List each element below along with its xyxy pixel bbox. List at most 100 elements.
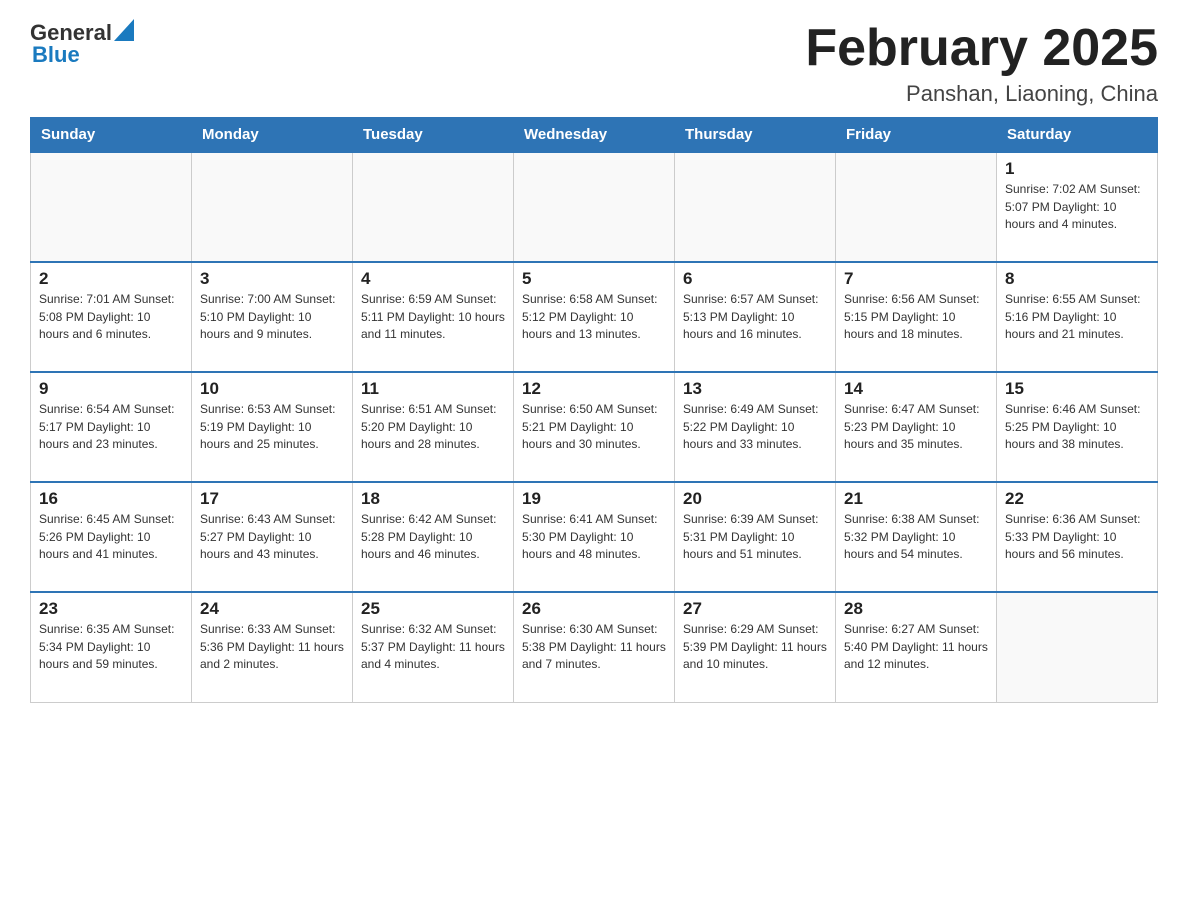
day-info: Sunrise: 6:39 AM Sunset: 5:31 PM Dayligh… bbox=[683, 511, 827, 563]
day-info: Sunrise: 6:49 AM Sunset: 5:22 PM Dayligh… bbox=[683, 401, 827, 453]
calendar-cell: 5Sunrise: 6:58 AM Sunset: 5:12 PM Daylig… bbox=[514, 262, 675, 372]
calendar-cell bbox=[836, 152, 997, 262]
day-number: 28 bbox=[844, 599, 988, 619]
title-block: February 2025 Panshan, Liaoning, China bbox=[805, 20, 1158, 107]
day-number: 13 bbox=[683, 379, 827, 399]
calendar-cell: 1Sunrise: 7:02 AM Sunset: 5:07 PM Daylig… bbox=[997, 152, 1158, 262]
day-info: Sunrise: 6:35 AM Sunset: 5:34 PM Dayligh… bbox=[39, 621, 183, 673]
calendar-cell bbox=[997, 592, 1158, 702]
calendar-cell: 13Sunrise: 6:49 AM Sunset: 5:22 PM Dayli… bbox=[675, 372, 836, 482]
week-row-5: 23Sunrise: 6:35 AM Sunset: 5:34 PM Dayli… bbox=[31, 592, 1158, 702]
week-row-1: 1Sunrise: 7:02 AM Sunset: 5:07 PM Daylig… bbox=[31, 152, 1158, 262]
calendar-cell: 14Sunrise: 6:47 AM Sunset: 5:23 PM Dayli… bbox=[836, 372, 997, 482]
day-info: Sunrise: 6:57 AM Sunset: 5:13 PM Dayligh… bbox=[683, 291, 827, 343]
logo-triangle-icon bbox=[114, 19, 134, 41]
day-number: 3 bbox=[200, 269, 344, 289]
day-number: 14 bbox=[844, 379, 988, 399]
calendar-cell bbox=[514, 152, 675, 262]
day-number: 22 bbox=[1005, 489, 1149, 509]
calendar-cell: 26Sunrise: 6:30 AM Sunset: 5:38 PM Dayli… bbox=[514, 592, 675, 702]
calendar-cell: 21Sunrise: 6:38 AM Sunset: 5:32 PM Dayli… bbox=[836, 482, 997, 592]
calendar-cell: 8Sunrise: 6:55 AM Sunset: 5:16 PM Daylig… bbox=[997, 262, 1158, 372]
day-info: Sunrise: 6:41 AM Sunset: 5:30 PM Dayligh… bbox=[522, 511, 666, 563]
day-number: 24 bbox=[200, 599, 344, 619]
day-number: 10 bbox=[200, 379, 344, 399]
header-friday: Friday bbox=[836, 118, 997, 153]
day-number: 25 bbox=[361, 599, 505, 619]
calendar-cell: 11Sunrise: 6:51 AM Sunset: 5:20 PM Dayli… bbox=[353, 372, 514, 482]
calendar-cell: 19Sunrise: 6:41 AM Sunset: 5:30 PM Dayli… bbox=[514, 482, 675, 592]
location-subtitle: Panshan, Liaoning, China bbox=[805, 81, 1158, 107]
calendar-cell: 24Sunrise: 6:33 AM Sunset: 5:36 PM Dayli… bbox=[192, 592, 353, 702]
calendar-cell: 16Sunrise: 6:45 AM Sunset: 5:26 PM Dayli… bbox=[31, 482, 192, 592]
day-number: 18 bbox=[361, 489, 505, 509]
calendar-cell: 4Sunrise: 6:59 AM Sunset: 5:11 PM Daylig… bbox=[353, 262, 514, 372]
calendar-cell bbox=[675, 152, 836, 262]
header-monday: Monday bbox=[192, 118, 353, 153]
week-row-2: 2Sunrise: 7:01 AM Sunset: 5:08 PM Daylig… bbox=[31, 262, 1158, 372]
day-info: Sunrise: 6:47 AM Sunset: 5:23 PM Dayligh… bbox=[844, 401, 988, 453]
day-info: Sunrise: 6:58 AM Sunset: 5:12 PM Dayligh… bbox=[522, 291, 666, 343]
day-info: Sunrise: 6:53 AM Sunset: 5:19 PM Dayligh… bbox=[200, 401, 344, 453]
calendar-table: Sunday Monday Tuesday Wednesday Thursday… bbox=[30, 117, 1158, 703]
day-info: Sunrise: 6:33 AM Sunset: 5:36 PM Dayligh… bbox=[200, 621, 344, 673]
day-number: 5 bbox=[522, 269, 666, 289]
calendar-cell: 15Sunrise: 6:46 AM Sunset: 5:25 PM Dayli… bbox=[997, 372, 1158, 482]
page-header: General Blue February 2025 Panshan, Liao… bbox=[30, 20, 1158, 107]
day-info: Sunrise: 6:32 AM Sunset: 5:37 PM Dayligh… bbox=[361, 621, 505, 673]
calendar-cell: 10Sunrise: 6:53 AM Sunset: 5:19 PM Dayli… bbox=[192, 372, 353, 482]
day-info: Sunrise: 6:27 AM Sunset: 5:40 PM Dayligh… bbox=[844, 621, 988, 673]
calendar-cell: 3Sunrise: 7:00 AM Sunset: 5:10 PM Daylig… bbox=[192, 262, 353, 372]
header-wednesday: Wednesday bbox=[514, 118, 675, 153]
day-number: 2 bbox=[39, 269, 183, 289]
day-number: 20 bbox=[683, 489, 827, 509]
logo: General Blue bbox=[30, 20, 134, 68]
day-number: 17 bbox=[200, 489, 344, 509]
day-info: Sunrise: 7:01 AM Sunset: 5:08 PM Dayligh… bbox=[39, 291, 183, 343]
calendar-cell: 27Sunrise: 6:29 AM Sunset: 5:39 PM Dayli… bbox=[675, 592, 836, 702]
calendar-cell: 7Sunrise: 6:56 AM Sunset: 5:15 PM Daylig… bbox=[836, 262, 997, 372]
header-tuesday: Tuesday bbox=[353, 118, 514, 153]
calendar-cell: 17Sunrise: 6:43 AM Sunset: 5:27 PM Dayli… bbox=[192, 482, 353, 592]
day-number: 7 bbox=[844, 269, 988, 289]
calendar-cell: 2Sunrise: 7:01 AM Sunset: 5:08 PM Daylig… bbox=[31, 262, 192, 372]
day-number: 16 bbox=[39, 489, 183, 509]
day-info: Sunrise: 7:00 AM Sunset: 5:10 PM Dayligh… bbox=[200, 291, 344, 343]
header-sunday: Sunday bbox=[31, 118, 192, 153]
day-number: 21 bbox=[844, 489, 988, 509]
day-info: Sunrise: 6:43 AM Sunset: 5:27 PM Dayligh… bbox=[200, 511, 344, 563]
calendar-cell: 6Sunrise: 6:57 AM Sunset: 5:13 PM Daylig… bbox=[675, 262, 836, 372]
calendar-cell: 22Sunrise: 6:36 AM Sunset: 5:33 PM Dayli… bbox=[997, 482, 1158, 592]
calendar-cell: 9Sunrise: 6:54 AM Sunset: 5:17 PM Daylig… bbox=[31, 372, 192, 482]
calendar-cell: 23Sunrise: 6:35 AM Sunset: 5:34 PM Dayli… bbox=[31, 592, 192, 702]
day-info: Sunrise: 6:45 AM Sunset: 5:26 PM Dayligh… bbox=[39, 511, 183, 563]
day-number: 15 bbox=[1005, 379, 1149, 399]
day-number: 27 bbox=[683, 599, 827, 619]
day-number: 23 bbox=[39, 599, 183, 619]
day-number: 9 bbox=[39, 379, 183, 399]
calendar-cell: 20Sunrise: 6:39 AM Sunset: 5:31 PM Dayli… bbox=[675, 482, 836, 592]
calendar-cell: 28Sunrise: 6:27 AM Sunset: 5:40 PM Dayli… bbox=[836, 592, 997, 702]
day-info: Sunrise: 6:42 AM Sunset: 5:28 PM Dayligh… bbox=[361, 511, 505, 563]
day-info: Sunrise: 7:02 AM Sunset: 5:07 PM Dayligh… bbox=[1005, 181, 1149, 233]
month-title: February 2025 bbox=[805, 20, 1158, 77]
week-row-3: 9Sunrise: 6:54 AM Sunset: 5:17 PM Daylig… bbox=[31, 372, 1158, 482]
day-info: Sunrise: 6:30 AM Sunset: 5:38 PM Dayligh… bbox=[522, 621, 666, 673]
day-info: Sunrise: 6:38 AM Sunset: 5:32 PM Dayligh… bbox=[844, 511, 988, 563]
calendar-cell: 25Sunrise: 6:32 AM Sunset: 5:37 PM Dayli… bbox=[353, 592, 514, 702]
day-number: 8 bbox=[1005, 269, 1149, 289]
day-number: 6 bbox=[683, 269, 827, 289]
calendar-cell: 12Sunrise: 6:50 AM Sunset: 5:21 PM Dayli… bbox=[514, 372, 675, 482]
day-number: 19 bbox=[522, 489, 666, 509]
day-info: Sunrise: 6:51 AM Sunset: 5:20 PM Dayligh… bbox=[361, 401, 505, 453]
calendar-cell bbox=[31, 152, 192, 262]
day-info: Sunrise: 6:59 AM Sunset: 5:11 PM Dayligh… bbox=[361, 291, 505, 343]
day-number: 4 bbox=[361, 269, 505, 289]
day-info: Sunrise: 6:46 AM Sunset: 5:25 PM Dayligh… bbox=[1005, 401, 1149, 453]
calendar-cell: 18Sunrise: 6:42 AM Sunset: 5:28 PM Dayli… bbox=[353, 482, 514, 592]
header-saturday: Saturday bbox=[997, 118, 1158, 153]
day-number: 1 bbox=[1005, 159, 1149, 179]
day-number: 11 bbox=[361, 379, 505, 399]
calendar-cell bbox=[353, 152, 514, 262]
day-number: 12 bbox=[522, 379, 666, 399]
